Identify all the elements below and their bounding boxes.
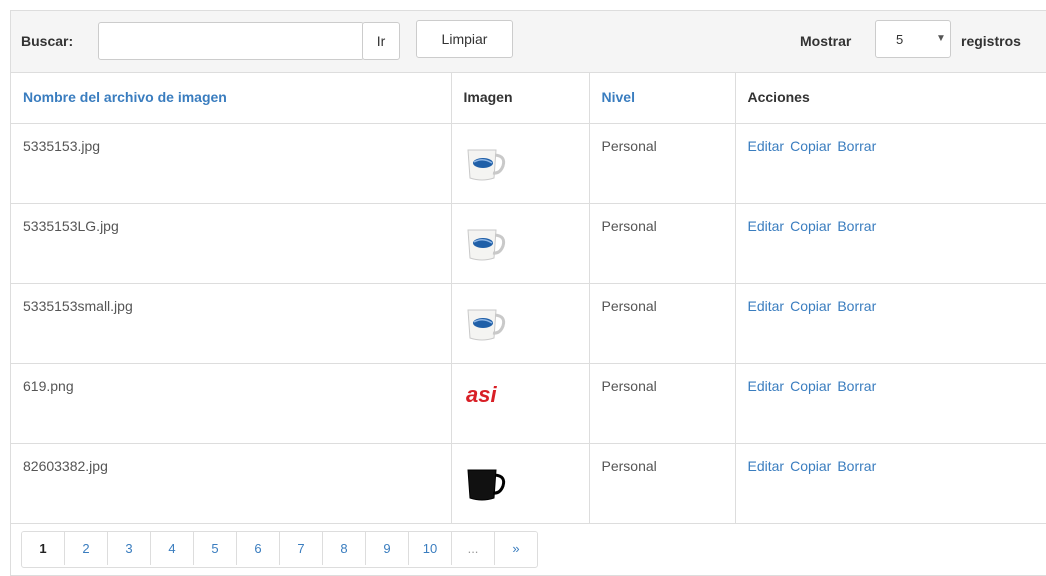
table-toolbar: Buscar: Ir Limpiar Mostrar 5 ▼ registros	[11, 11, 1046, 73]
column-header-filename[interactable]: Nombre del archivo de imagen	[11, 72, 452, 124]
table-row: 5335153LG.jpg Personal Editar Copiar Borrar	[11, 203, 1046, 284]
pagination-page[interactable]: 9	[366, 532, 409, 565]
images-table: Nombre del archivo de imagen Imagen Nive…	[11, 72, 1046, 524]
column-header-level[interactable]: Nivel	[589, 72, 736, 124]
edit-link[interactable]: Editar	[748, 458, 785, 474]
edit-link[interactable]: Editar	[748, 298, 785, 314]
table-header-row: Nombre del archivo de imagen Imagen Nive…	[11, 72, 1046, 124]
pagination-page[interactable]: 5	[194, 532, 237, 565]
pagination-page[interactable]: 7	[280, 532, 323, 565]
copy-link[interactable]: Copiar	[790, 298, 831, 314]
delete-link[interactable]: Borrar	[837, 218, 876, 234]
search-input[interactable]	[98, 22, 364, 60]
white-mug-thumbnail	[464, 300, 508, 347]
image-table-panel: Buscar: Ir Limpiar Mostrar 5 ▼ registros…	[10, 10, 1046, 576]
column-header-image: Imagen	[451, 72, 590, 124]
page-size-select[interactable]: 5 ▼	[875, 20, 951, 58]
delete-link[interactable]: Borrar	[837, 298, 876, 314]
image-cell	[451, 203, 590, 284]
pagination-ellipsis: ...	[452, 532, 495, 565]
copy-link[interactable]: Copiar	[790, 458, 831, 474]
level-cell: Personal	[589, 123, 736, 204]
pagination-page[interactable]: 10	[409, 532, 452, 565]
pagination-page[interactable]: 6	[237, 532, 280, 565]
black-mug-thumbnail	[464, 460, 508, 507]
copy-link[interactable]: Copiar	[790, 218, 831, 234]
go-button[interactable]: Ir	[362, 22, 400, 60]
copy-link[interactable]: Copiar	[790, 378, 831, 394]
pagination-page[interactable]: 2	[65, 532, 108, 565]
pagination-next[interactable]: »	[495, 532, 537, 565]
image-cell	[451, 123, 590, 204]
delete-link[interactable]: Borrar	[837, 378, 876, 394]
level-cell: Personal	[589, 363, 736, 444]
svg-text:asi: asi	[466, 382, 497, 407]
edit-link[interactable]: Editar	[748, 378, 785, 394]
chevron-down-icon: ▼	[936, 33, 946, 44]
actions-cell: Editar Copiar Borrar	[735, 363, 1046, 444]
asi-logo-thumbnail: asi	[464, 380, 508, 413]
table-row: 619.png asi Personal Editar Copiar Borrar	[11, 363, 1046, 444]
filename-cell: 5335153LG.jpg	[11, 203, 452, 284]
pagination-page[interactable]: 1	[22, 532, 65, 565]
actions-cell: Editar Copiar Borrar	[735, 443, 1046, 524]
image-cell	[451, 443, 590, 524]
filename-cell: 82603382.jpg	[11, 443, 452, 524]
pagination: 1 2 3 4 5 6 7 8 9 10...»	[21, 531, 538, 568]
actions-cell: Editar Copiar Borrar	[735, 203, 1046, 284]
white-mug-thumbnail	[464, 220, 508, 267]
copy-link[interactable]: Copiar	[790, 138, 831, 154]
white-mug-thumbnail	[464, 140, 508, 187]
search-label: Buscar:	[21, 33, 74, 49]
filename-cell: 5335153.jpg	[11, 123, 452, 204]
level-cell: Personal	[589, 283, 736, 364]
pagination-page[interactable]: 3	[108, 532, 151, 565]
clear-button[interactable]: Limpiar	[416, 20, 513, 58]
table-row: 5335153small.jpg Personal Editar Copiar Borr…	[11, 283, 1046, 364]
column-header-actions: Acciones	[735, 72, 1046, 124]
filename-cell: 619.png	[11, 363, 452, 444]
actions-cell: Editar Copiar Borrar	[735, 123, 1046, 204]
level-cell: Personal	[589, 443, 736, 524]
table-row: 5335153.jpg Personal Editar Copiar Borrar	[11, 123, 1046, 204]
records-label: registros	[961, 33, 1021, 49]
show-label: Mostrar	[800, 33, 852, 49]
image-cell	[451, 283, 590, 364]
pagination-page[interactable]: 4	[151, 532, 194, 565]
pagination-page[interactable]: 8	[323, 532, 366, 565]
delete-link[interactable]: Borrar	[837, 458, 876, 474]
page-size-value: 5	[896, 32, 904, 47]
edit-link[interactable]: Editar	[748, 138, 785, 154]
delete-link[interactable]: Borrar	[837, 138, 876, 154]
table-row: 82603382.jpg Personal Editar Copiar Borrar	[11, 443, 1046, 524]
actions-cell: Editar Copiar Borrar	[735, 283, 1046, 364]
level-cell: Personal	[589, 203, 736, 284]
image-cell: asi	[451, 363, 590, 444]
filename-cell: 5335153small.jpg	[11, 283, 452, 364]
edit-link[interactable]: Editar	[748, 218, 785, 234]
